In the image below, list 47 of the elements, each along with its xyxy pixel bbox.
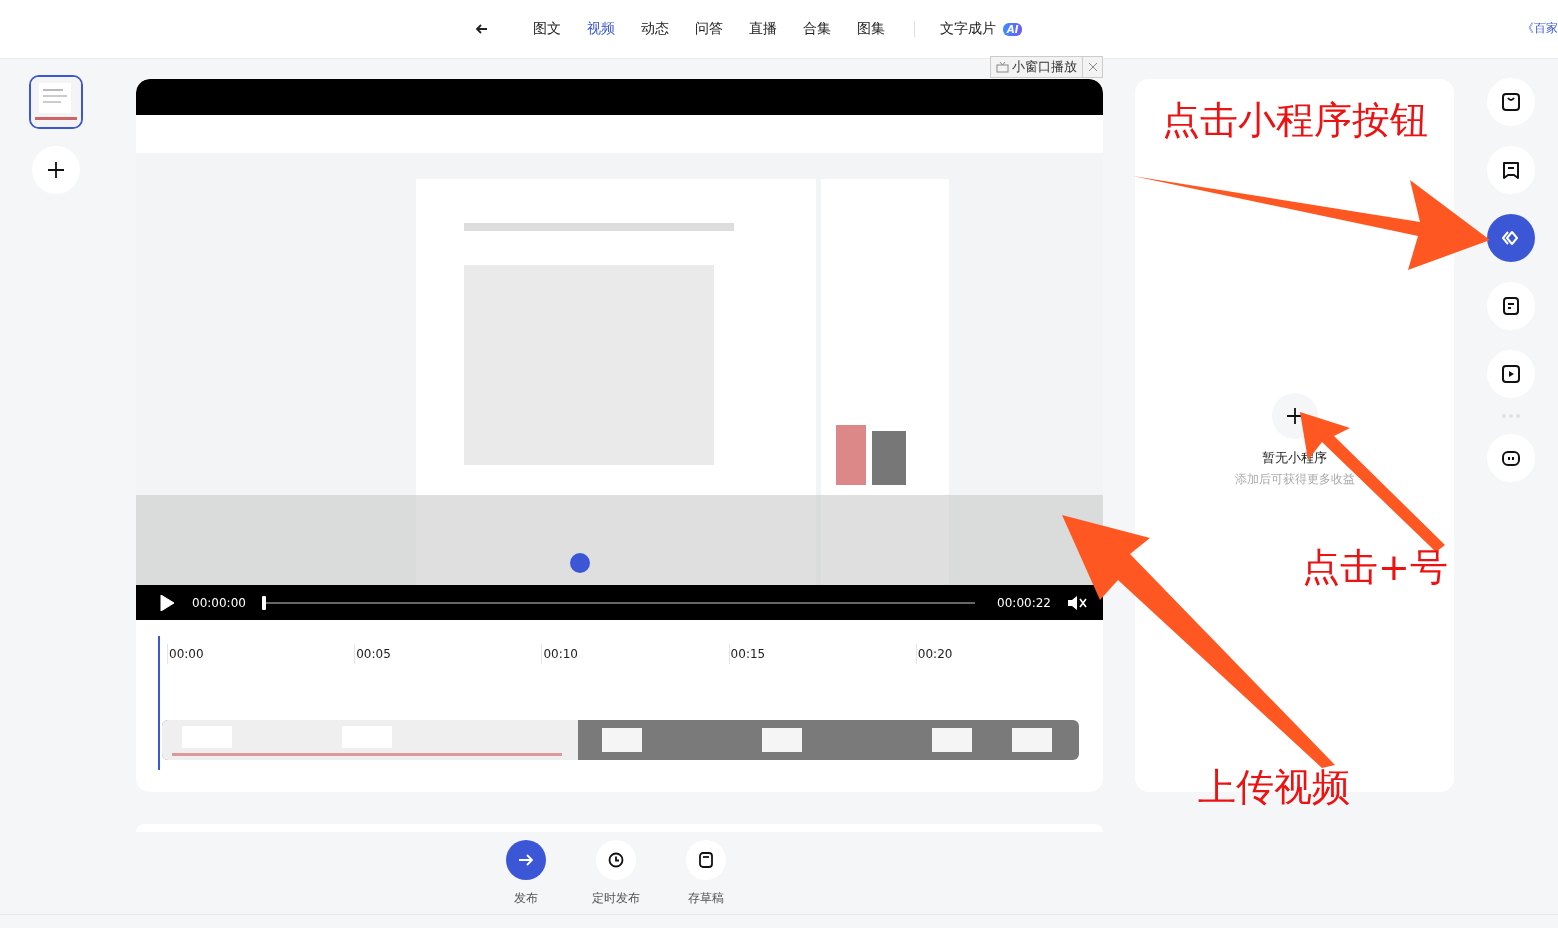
annotation-text: 点击小程序按钮 <box>1162 98 1428 144</box>
mute-icon[interactable] <box>1067 593 1087 612</box>
tool-button[interactable] <box>1487 146 1535 194</box>
add-clip-button[interactable] <box>32 146 80 194</box>
close-icon[interactable] <box>1083 56 1103 78</box>
action-button[interactable]: 发布 <box>494 840 557 907</box>
timeline-tick: 00:05 <box>354 644 542 664</box>
play-icon <box>1501 364 1521 384</box>
comment-icon <box>1501 160 1521 180</box>
plus-icon <box>47 161 65 179</box>
tool-button[interactable] <box>1487 78 1535 126</box>
timeline-tick: 00:15 <box>728 644 916 664</box>
timeline-tick: 00:00 <box>167 644 355 664</box>
nav-link[interactable]: 《百家 <box>1522 20 1558 37</box>
play-button[interactable] <box>160 593 176 612</box>
tool-button[interactable] <box>1487 282 1535 330</box>
clip-thumbnail[interactable] <box>29 75 83 129</box>
draft-icon <box>685 840 726 880</box>
tv-icon <box>996 61 1009 73</box>
nav-tab[interactable]: 合集 <box>803 19 831 39</box>
duration-time: 00:00:22 <box>997 595 1051 610</box>
ai-badge: AI <box>1003 22 1023 36</box>
annotation-text: 点击+号 <box>1302 545 1448 591</box>
nav-tab[interactable]: 直播 <box>749 19 777 39</box>
plus-icon <box>1286 408 1303 424</box>
nav-tab[interactable]: 图文 <box>533 19 561 39</box>
progress-handle[interactable] <box>261 595 266 610</box>
diamond-icon <box>1501 228 1521 248</box>
nav-tab[interactable]: 动态 <box>641 19 669 39</box>
action-button[interactable]: 存草稿 <box>674 840 737 907</box>
clock-icon <box>595 840 636 880</box>
timeline-tick: 00:10 <box>541 644 729 664</box>
nav-tab[interactable]: 文字成片 <box>940 19 996 39</box>
timeline-tick: 00:20 <box>915 644 1103 664</box>
document-icon <box>1501 296 1521 316</box>
action-button[interactable]: 定时发布 <box>584 840 647 907</box>
nav-tab[interactable]: 问答 <box>695 19 723 39</box>
annotation-text: 上传视频 <box>1198 765 1350 811</box>
robot-icon <box>1501 448 1521 468</box>
current-time: 00:00:00 <box>192 595 246 610</box>
nav-tab[interactable]: 视频 <box>587 19 615 39</box>
mini-player-button[interactable]: 小窗口播放 <box>990 56 1083 78</box>
bag-icon <box>1501 92 1521 112</box>
empty-hint: 添加后可获得更多收益 <box>1234 471 1355 488</box>
nav-tab[interactable]: 图集 <box>857 19 885 39</box>
tool-button[interactable] <box>1487 350 1535 398</box>
tool-button[interactable] <box>1487 434 1535 482</box>
